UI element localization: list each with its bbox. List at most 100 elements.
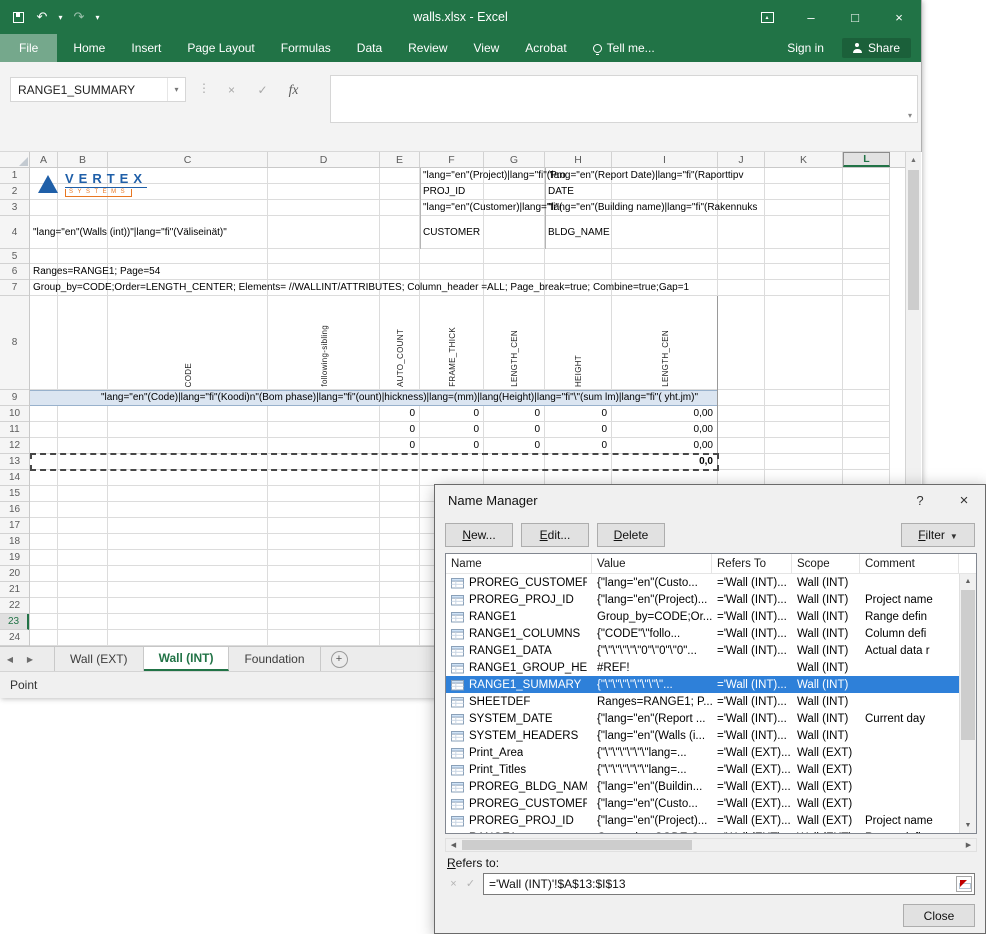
column-header-C[interactable]: C (108, 152, 268, 167)
cell-H2[interactable]: DATE (548, 184, 574, 200)
scroll-thumb[interactable] (462, 840, 692, 850)
tell-me-box[interactable]: Tell me... (580, 34, 668, 62)
cell-E12[interactable]: 0 (380, 438, 415, 454)
row-header-14[interactable]: 14 (0, 470, 29, 486)
name-manager-row-range1-summary[interactable]: RANGE1_SUMMARY{"\"\"\"\"\"\"\"\"...='Wal… (446, 676, 959, 693)
cell-H12[interactable]: 0 (545, 438, 607, 454)
add-sheet-button[interactable]: + (331, 651, 348, 668)
cell-H11[interactable]: 0 (545, 422, 607, 438)
row-header-7[interactable]: 7 (0, 280, 29, 296)
name-manager-row-system-headers[interactable]: SYSTEM_HEADERS{"lang="en"(Walls (i...='W… (446, 727, 959, 744)
row-header-10[interactable]: 10 (0, 406, 29, 422)
dialog-titlebar[interactable]: Name Manager ? × (435, 485, 985, 515)
row-header-23[interactable]: 23 (0, 614, 29, 630)
row-header-11[interactable]: 11 (0, 422, 29, 438)
sheet-tab-foundation[interactable]: Foundation (229, 647, 320, 671)
row-header-16[interactable]: 16 (0, 502, 29, 518)
column-field-header-H8[interactable]: HEIGHT (545, 296, 612, 390)
row-header-18[interactable]: 18 (0, 534, 29, 550)
insert-function-button[interactable]: fx (278, 82, 309, 98)
row-header-8[interactable]: 8 (0, 296, 29, 390)
cell-F3[interactable]: "lang="en"(Customer)|lang="fi"( (423, 200, 562, 216)
nm-column-header-refers-to[interactable]: Refers To (712, 554, 792, 573)
refers-to-input[interactable]: ='Wall (INT)'!$A$13:$I$13 (483, 873, 975, 895)
scroll-left-arrow[interactable]: ◀ (446, 841, 461, 849)
ribbon-tab-data[interactable]: Data (344, 34, 395, 62)
name-box-dropdown-icon[interactable]: ▾ (167, 78, 185, 101)
collapse-dialog-icon[interactable] (956, 876, 972, 892)
column-header-H[interactable]: H (545, 152, 612, 167)
name-manager-row-range1-group-hea[interactable]: RANGE1_GROUP_HEA...#REF!Wall (INT) (446, 659, 959, 676)
enter-entry-icon[interactable]: ✓ (247, 83, 278, 97)
name-manager-row-system-date[interactable]: SYSTEM_DATE{"lang="en"(Report ...='Wall … (446, 710, 959, 727)
ribbon-tab-formulas[interactable]: Formulas (268, 34, 344, 62)
undo-dropdown-icon[interactable]: ▾ (54, 0, 67, 34)
ribbon-tab-home[interactable]: Home (60, 34, 118, 62)
nm-column-header-value[interactable]: Value (592, 554, 712, 573)
cancel-entry-icon[interactable]: × (216, 83, 247, 97)
column-header-J[interactable]: J (718, 152, 765, 167)
column-header-D[interactable]: D (268, 152, 380, 167)
dialog-close-icon[interactable]: × (943, 485, 985, 515)
column-header-G[interactable]: G (484, 152, 545, 167)
scroll-down-arrow[interactable]: ▼ (960, 818, 976, 833)
row-header-22[interactable]: 22 (0, 598, 29, 614)
row-header-1[interactable]: 1 (0, 168, 29, 184)
row-header-5[interactable]: 5 (0, 249, 29, 264)
ribbon-tab-acrobat[interactable]: Acrobat (512, 34, 579, 62)
select-all-corner[interactable] (0, 152, 30, 168)
list-horizontal-scrollbar[interactable]: ◀ ▶ (445, 838, 977, 852)
name-manager-row-proreg-customer[interactable]: PROREG_CUSTOMER{"lang="en"(Custo...='Wal… (446, 574, 959, 591)
cell-B9[interactable]: "lang="en"(Code)|lang="fi"(Koodi)n"(Bom … (61, 390, 698, 406)
column-field-header-G8[interactable]: LENGTH_CEN (484, 296, 545, 390)
scroll-thumb[interactable] (961, 590, 975, 740)
name-manager-row-print-titles[interactable]: Print_Titles{"\"\"\"\"\"\"lang=...='Wall… (446, 761, 959, 778)
cell-I10[interactable]: 0,00 (612, 406, 713, 422)
row-header-4[interactable]: 4 (0, 216, 29, 249)
row-header-3[interactable]: 3 (0, 200, 29, 216)
name-manager-row-range1[interactable]: RANGE1Group_by=CODE;Or...='Wall (EXT)...… (446, 829, 959, 833)
row-header-9[interactable]: 9 (0, 390, 29, 406)
close-button[interactable]: × (877, 0, 921, 34)
scroll-up-arrow[interactable]: ▲ (906, 152, 921, 168)
ribbon-tab-view[interactable]: View (461, 34, 513, 62)
column-field-header-D8[interactable]: following-sibling (268, 296, 380, 390)
cell-H4[interactable]: BLDG_NAME (548, 216, 610, 249)
formula-input[interactable]: ▾ (330, 75, 918, 123)
undo-button[interactable]: ↶ (30, 0, 54, 34)
cell-F10[interactable]: 0 (420, 406, 479, 422)
save-button[interactable] (6, 0, 30, 34)
minimize-button[interactable]: – (789, 0, 833, 34)
column-field-header-C8[interactable]: CODE (108, 296, 268, 390)
cell-G10[interactable]: 0 (484, 406, 540, 422)
cell-A7[interactable]: Group_by=CODE;Order=LENGTH_CENTER; Eleme… (33, 280, 689, 296)
cell-E10[interactable]: 0 (380, 406, 415, 422)
ribbon-tab-file[interactable]: File (0, 34, 57, 62)
sheet-nav-left-icon[interactable]: ◀ (0, 647, 20, 671)
ribbon-tab-page-layout[interactable]: Page Layout (174, 34, 267, 62)
name-manager-row-range1[interactable]: RANGE1Group_by=CODE;Or...='Wall (INT)...… (446, 608, 959, 625)
cell-F12[interactable]: 0 (420, 438, 479, 454)
row-header-20[interactable]: 20 (0, 566, 29, 582)
edit-button[interactable]: Edit... (521, 523, 589, 547)
row-header-12[interactable]: 12 (0, 438, 29, 454)
row-header-19[interactable]: 19 (0, 550, 29, 566)
share-button[interactable]: Share (842, 38, 911, 58)
column-header-B[interactable]: B (58, 152, 108, 167)
row-header-24[interactable]: 24 (0, 630, 29, 646)
sheet-tab-wall-int[interactable]: Wall (INT) (144, 647, 230, 671)
scroll-right-arrow[interactable]: ▶ (961, 839, 976, 851)
cell-E11[interactable]: 0 (380, 422, 415, 438)
sheet-tab-wall-ext[interactable]: Wall (EXT) (54, 647, 144, 671)
cell-A6[interactable]: Ranges=RANGE1; Page=54 (33, 264, 160, 280)
cell-F4[interactable]: CUSTOMER (423, 216, 480, 249)
nm-column-header-scope[interactable]: Scope (792, 554, 860, 573)
sheet-nav-right-icon[interactable]: ▶ (20, 647, 40, 671)
delete-button[interactable]: Delete (597, 523, 665, 547)
row-header-2[interactable]: 2 (0, 184, 29, 200)
filter-button[interactable]: Filter▼ (901, 523, 975, 547)
name-manager-row-sheetdef[interactable]: SHEETDEFRanges=RANGE1; P...='Wall (INT).… (446, 693, 959, 710)
row-header-21[interactable]: 21 (0, 582, 29, 598)
redo-button[interactable]: ↷ (67, 0, 91, 34)
column-field-header-F8[interactable]: FRAME_THICK (420, 296, 484, 390)
